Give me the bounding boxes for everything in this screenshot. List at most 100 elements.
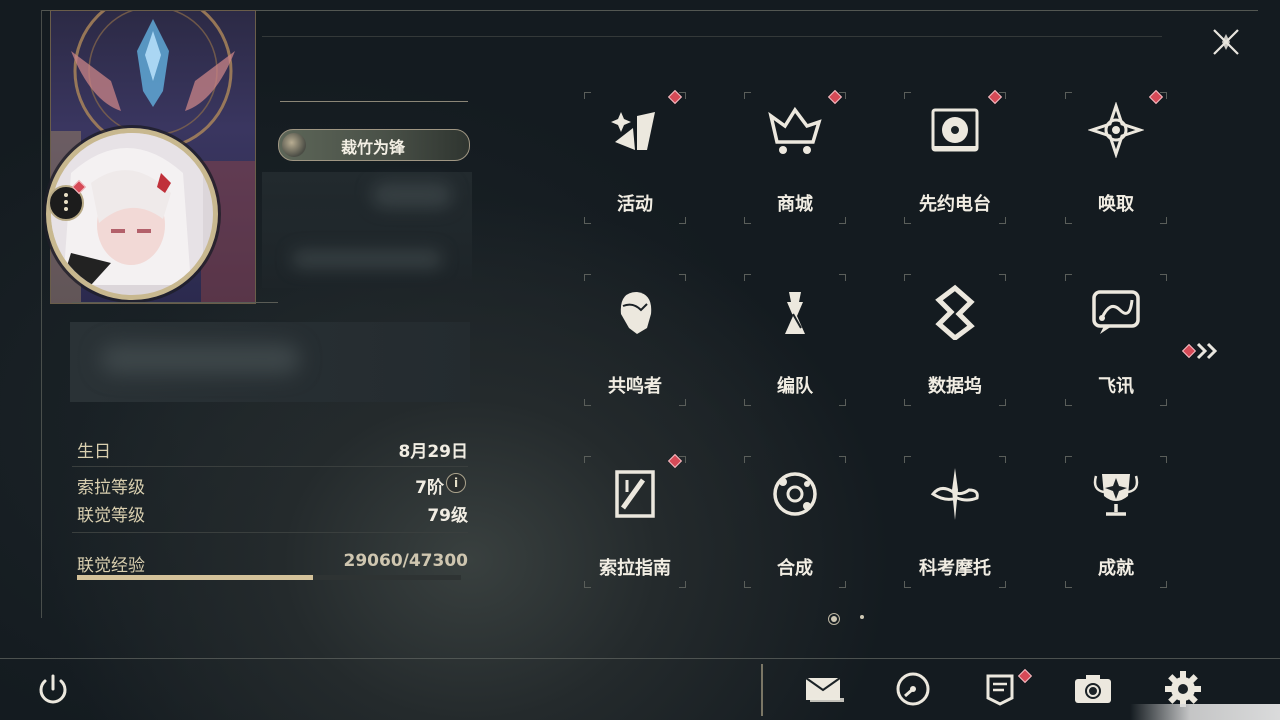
xp-progress-fill xyxy=(77,575,313,580)
activity-icon xyxy=(611,112,655,150)
menu-tile[interactable]: 唤取 xyxy=(1041,86,1191,226)
birthday-label: 生日 xyxy=(77,442,111,462)
info-icon[interactable]: i xyxy=(446,473,466,493)
tile-corner xyxy=(1065,399,1072,406)
birthday-value: 8月29日 xyxy=(398,442,469,462)
tile-corner xyxy=(1160,274,1167,281)
menu-tile[interactable]: 成就 xyxy=(1041,450,1191,590)
synthesis-icon xyxy=(773,472,817,516)
tile-corner xyxy=(744,399,751,406)
menu-tile-label: 成就 xyxy=(1098,558,1134,579)
stat-separator xyxy=(72,532,468,533)
tile-corner xyxy=(1065,92,1072,99)
menu-tile-label: 数据坞 xyxy=(928,376,982,397)
bottom-bar-line xyxy=(0,658,1280,659)
menu-tile-label: 合成 xyxy=(777,558,813,579)
menu-tile[interactable]: 飞讯 xyxy=(1041,268,1191,408)
tile-corner xyxy=(584,456,591,463)
resonator-head-icon xyxy=(620,292,652,334)
tile-corner xyxy=(839,456,846,463)
message-icon xyxy=(1092,290,1140,334)
power-icon[interactable] xyxy=(32,668,74,710)
tile-corner xyxy=(744,92,751,99)
tile-corner xyxy=(1160,399,1167,406)
union-level-value: 79级 xyxy=(427,506,468,526)
sola-level-label: 索拉等级 xyxy=(77,478,145,498)
guidebook-icon xyxy=(615,470,655,518)
union-level-label: 联觉等级 xyxy=(77,506,145,526)
mail-icon[interactable] xyxy=(802,668,844,710)
menu-tile-label: 索拉指南 xyxy=(599,558,671,579)
tile-corner xyxy=(1065,581,1072,588)
next-page-badge xyxy=(1181,343,1197,359)
tile-corner xyxy=(584,217,591,224)
page-indicator[interactable] xyxy=(860,615,864,619)
menu-tile-label: 编队 xyxy=(777,376,813,397)
achievement-trophy-icon xyxy=(1093,474,1139,516)
tile-corner xyxy=(839,399,846,406)
chess-team-icon xyxy=(785,292,805,334)
stat-separator xyxy=(72,466,468,467)
menu-tile-label: 活动 xyxy=(617,194,653,215)
page-indicator-active[interactable] xyxy=(828,613,840,625)
menu-tile-label: 商城 xyxy=(777,194,813,215)
data-bank-icon xyxy=(935,284,975,340)
menu-tile[interactable]: 合成 xyxy=(720,450,870,590)
tile-corner xyxy=(904,92,911,99)
tile-corner xyxy=(1160,581,1167,588)
menu-tile[interactable]: 科考摩托 xyxy=(880,450,1030,590)
menu-tile[interactable]: 数据坞 xyxy=(880,268,1030,408)
menu-tile[interactable]: 索拉指南 xyxy=(560,450,710,590)
radio-icon xyxy=(931,108,979,152)
xp-value: 29060/47300 xyxy=(343,551,469,571)
menu-tile[interactable]: 共鸣者 xyxy=(560,268,710,408)
tile-corner xyxy=(584,274,591,281)
name-divider xyxy=(280,101,468,102)
tile-corner xyxy=(904,217,911,224)
sola-level-value: 7阶 xyxy=(415,478,444,498)
title-badge-text: 裁竹为锋 xyxy=(340,138,405,157)
player-signature-blurred xyxy=(70,322,470,402)
double-chevron-right-icon xyxy=(1196,342,1218,360)
tile-corner xyxy=(744,581,751,588)
menu-tile-label: 飞讯 xyxy=(1098,376,1134,397)
tile-corner xyxy=(584,399,591,406)
clock-icon[interactable] xyxy=(892,668,934,710)
next-page-button[interactable] xyxy=(1180,340,1220,362)
close-icon[interactable] xyxy=(1208,24,1244,60)
tile-corner xyxy=(1160,217,1167,224)
tile-corner xyxy=(584,581,591,588)
card-divider xyxy=(72,302,278,303)
tile-corner xyxy=(744,456,751,463)
tile-corner xyxy=(904,399,911,406)
menu-tile[interactable]: 先约电台 xyxy=(880,86,1030,226)
tile-corner xyxy=(904,274,911,281)
tile-corner xyxy=(839,581,846,588)
tile-corner xyxy=(999,456,1006,463)
bottom-bar-divider xyxy=(761,664,763,716)
shop-crown-icon xyxy=(768,106,822,154)
tile-corner xyxy=(999,274,1006,281)
menu-tile-label: 共鸣者 xyxy=(608,376,662,397)
tile-corner xyxy=(679,274,686,281)
tile-corner xyxy=(839,217,846,224)
tile-corner xyxy=(679,581,686,588)
tile-corner xyxy=(904,581,911,588)
tile-corner xyxy=(999,217,1006,224)
tile-corner xyxy=(584,92,591,99)
camera-icon[interactable] xyxy=(1072,668,1114,710)
tile-corner xyxy=(904,456,911,463)
tile-corner xyxy=(679,399,686,406)
menu-tile[interactable]: 商城 xyxy=(720,86,870,226)
menu-tile-label: 科考摩托 xyxy=(919,558,991,579)
convene-compass-icon xyxy=(1088,102,1144,158)
tile-corner xyxy=(1065,274,1072,281)
tile-corner xyxy=(1160,456,1167,463)
tile-corner xyxy=(679,217,686,224)
menu-tile[interactable]: 编队 xyxy=(720,268,870,408)
tile-corner xyxy=(1065,217,1072,224)
tile-corner xyxy=(999,399,1006,406)
tile-corner xyxy=(839,274,846,281)
menu-tile[interactable]: 活动 xyxy=(560,86,710,226)
frame-inner-line xyxy=(262,36,1162,37)
